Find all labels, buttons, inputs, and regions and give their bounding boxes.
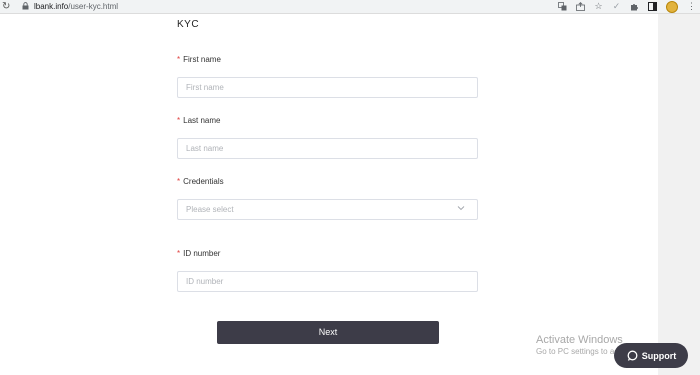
sidepanel-icon[interactable] [648,2,657,11]
id-number-label: * ID number [177,249,220,258]
required-marker: * [177,55,181,64]
translate-icon[interactable] [558,2,567,11]
star-icon[interactable]: ☆ [594,2,603,11]
check-icon[interactable]: ✓ [612,2,621,11]
last-name-label-text: Last name [183,116,221,125]
required-marker: * [177,177,181,186]
credentials-label: * Credentials [177,177,224,186]
last-name-input[interactable]: Last name [177,138,478,159]
page-scrollbar[interactable] [658,14,700,375]
page-title: KYC [177,19,200,30]
reload-icon[interactable]: ↻ [2,0,10,13]
support-label: Support [641,350,677,361]
address-bar[interactable]: lbank.info/user-kyc.html [34,0,118,13]
puzzle-icon[interactable] [630,2,639,11]
first-name-input[interactable]: First name [177,77,478,98]
toolbar-icons: ☆ ✓ ⋮ [558,0,696,13]
first-name-label: * First name [177,55,221,64]
url-path: /user-kyc.html [68,2,119,11]
credentials-placeholder: Please select [186,205,234,214]
required-marker: * [177,116,181,125]
id-number-label-text: ID number [183,249,221,258]
url-host: lbank.info [34,2,69,11]
next-button[interactable]: Next [217,321,439,344]
share-icon[interactable] [576,2,585,11]
id-number-placeholder: ID number [186,277,224,286]
lock-icon[interactable] [22,2,29,10]
profile-avatar[interactable] [666,0,678,13]
required-marker: * [177,249,181,258]
first-name-label-text: First name [183,55,221,64]
credentials-select[interactable]: Please select [177,199,478,220]
first-name-placeholder: First name [186,83,224,92]
chat-icon [627,350,638,361]
browser-toolbar: ↻ lbank.info/user-kyc.html ☆ ✓ ⋮ [0,0,700,14]
last-name-placeholder: Last name [186,144,224,153]
id-number-input[interactable]: ID number [177,271,478,292]
support-button[interactable]: Support [614,343,688,368]
chevron-down-icon [457,206,465,211]
last-name-label: * Last name [177,116,220,125]
kebab-menu-icon[interactable]: ⋮ [687,1,696,12]
credentials-label-text: Credentials [183,177,224,186]
